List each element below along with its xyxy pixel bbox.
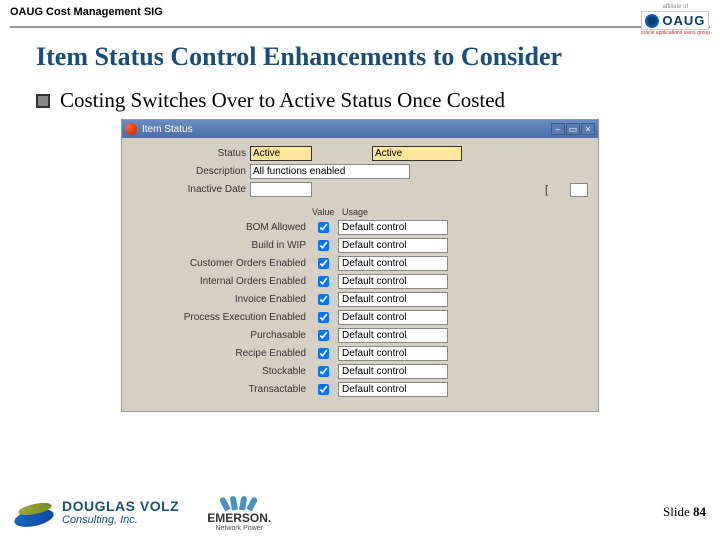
attr-row: Build in WIP Default control <box>132 237 588 254</box>
titlebar: Item Status – ▭ × <box>122 120 598 138</box>
status-label: Status <box>132 148 250 159</box>
attr-row: Customer Orders Enabled Default control <box>132 255 588 272</box>
attr-checkbox[interactable] <box>318 240 329 251</box>
app-window: Item Status – ▭ × Status Active Active D… <box>121 119 599 412</box>
col-usage: Usage <box>342 207 368 217</box>
attr-label: Recipe Enabled <box>132 348 312 359</box>
attr-checkbox[interactable] <box>318 366 329 377</box>
logo-sub: oracle applications users group <box>641 30 710 36</box>
attr-row: Process Execution Enabled Default control <box>132 309 588 326</box>
attr-usage[interactable]: Default control <box>338 364 448 379</box>
attr-row: Transactable Default control <box>132 381 588 398</box>
attr-checkbox[interactable] <box>318 294 329 305</box>
attr-row: Recipe Enabled Default control <box>132 345 588 362</box>
attr-label: Invoice Enabled <box>132 294 312 305</box>
em-sub: Network Power <box>216 525 263 532</box>
status-field[interactable]: Active <box>250 146 312 161</box>
attr-checkbox[interactable] <box>318 312 329 323</box>
douglas-volz-logo: DOUGLAS VOLZ Consulting, Inc. <box>14 496 179 528</box>
dv-sub: Consulting, Inc. <box>62 514 179 526</box>
app-orb-icon <box>125 123 137 135</box>
attr-usage[interactable]: Default control <box>338 292 448 307</box>
em-name: EMERSON. <box>207 511 271 525</box>
page-title: Item Status Control Enhancements to Cons… <box>36 42 720 72</box>
attr-checkbox[interactable] <box>318 276 329 287</box>
attr-checkbox[interactable] <box>318 222 329 233</box>
attr-row: Invoice Enabled Default control <box>132 291 588 308</box>
attr-usage[interactable]: Default control <box>338 310 448 325</box>
gear-icon <box>645 14 659 28</box>
attr-row: Stockable Default control <box>132 363 588 380</box>
sig-title: OAUG Cost Management SIG <box>10 6 710 18</box>
minimize-button[interactable]: – <box>551 123 565 135</box>
attr-checkbox[interactable] <box>318 348 329 359</box>
close-button[interactable]: × <box>581 123 595 135</box>
attr-checkbox[interactable] <box>318 258 329 269</box>
bullet-icon <box>36 94 50 108</box>
window-title: Item Status <box>142 124 551 135</box>
attr-usage[interactable]: Default control <box>338 220 448 235</box>
attr-row: Internal Orders Enabled Default control <box>132 273 588 290</box>
dv-name: DOUGLAS VOLZ <box>62 498 179 514</box>
attr-usage[interactable]: Default control <box>338 238 448 253</box>
attr-usage[interactable]: Default control <box>338 256 448 271</box>
attr-label: Purchasable <box>132 330 312 341</box>
attr-label: Customer Orders Enabled <box>132 258 312 269</box>
attr-checkbox[interactable] <box>318 330 329 341</box>
attr-usage[interactable]: Default control <box>338 382 448 397</box>
oaug-logo: affiliate of OAUG oracle applications us… <box>641 4 710 36</box>
oaug-text: OAUG <box>662 13 705 28</box>
attr-row: BOM Allowed Default control <box>132 219 588 236</box>
inactive-field[interactable] <box>250 182 312 197</box>
desc-field[interactable]: All functions enabled <box>250 164 410 179</box>
logo-affiliate: affiliate of <box>663 4 689 10</box>
bullet-row: Costing Switches Over to Active Status O… <box>36 88 720 113</box>
desc-label: Description <box>132 166 250 177</box>
slide-number: Slide 84 <box>663 504 706 520</box>
attr-row: Purchasable Default control <box>132 327 588 344</box>
attr-label: Internal Orders Enabled <box>132 276 312 287</box>
inactive-label: Inactive Date <box>132 184 250 195</box>
attr-label: BOM Allowed <box>132 222 312 233</box>
swoosh-icon <box>14 496 56 528</box>
attr-usage[interactable]: Default control <box>338 328 448 343</box>
header-divider <box>10 26 710 28</box>
emerson-logo: EMERSON. Network Power <box>207 492 271 532</box>
attr-label: Process Execution Enabled <box>132 312 312 323</box>
col-value: Value <box>312 207 338 217</box>
flex-field[interactable] <box>570 183 588 197</box>
restore-button[interactable]: ▭ <box>566 123 580 135</box>
attr-checkbox[interactable] <box>318 384 329 395</box>
status-field-2[interactable]: Active <box>372 146 462 161</box>
attr-label: Stockable <box>132 366 312 377</box>
bracket-icon: [ <box>545 184 548 196</box>
bullet-text: Costing Switches Over to Active Status O… <box>60 88 505 113</box>
attr-usage[interactable]: Default control <box>338 346 448 361</box>
attr-label: Build in WIP <box>132 240 312 251</box>
attr-usage[interactable]: Default control <box>338 274 448 289</box>
attr-label: Transactable <box>132 384 312 395</box>
fan-icon <box>225 492 253 510</box>
